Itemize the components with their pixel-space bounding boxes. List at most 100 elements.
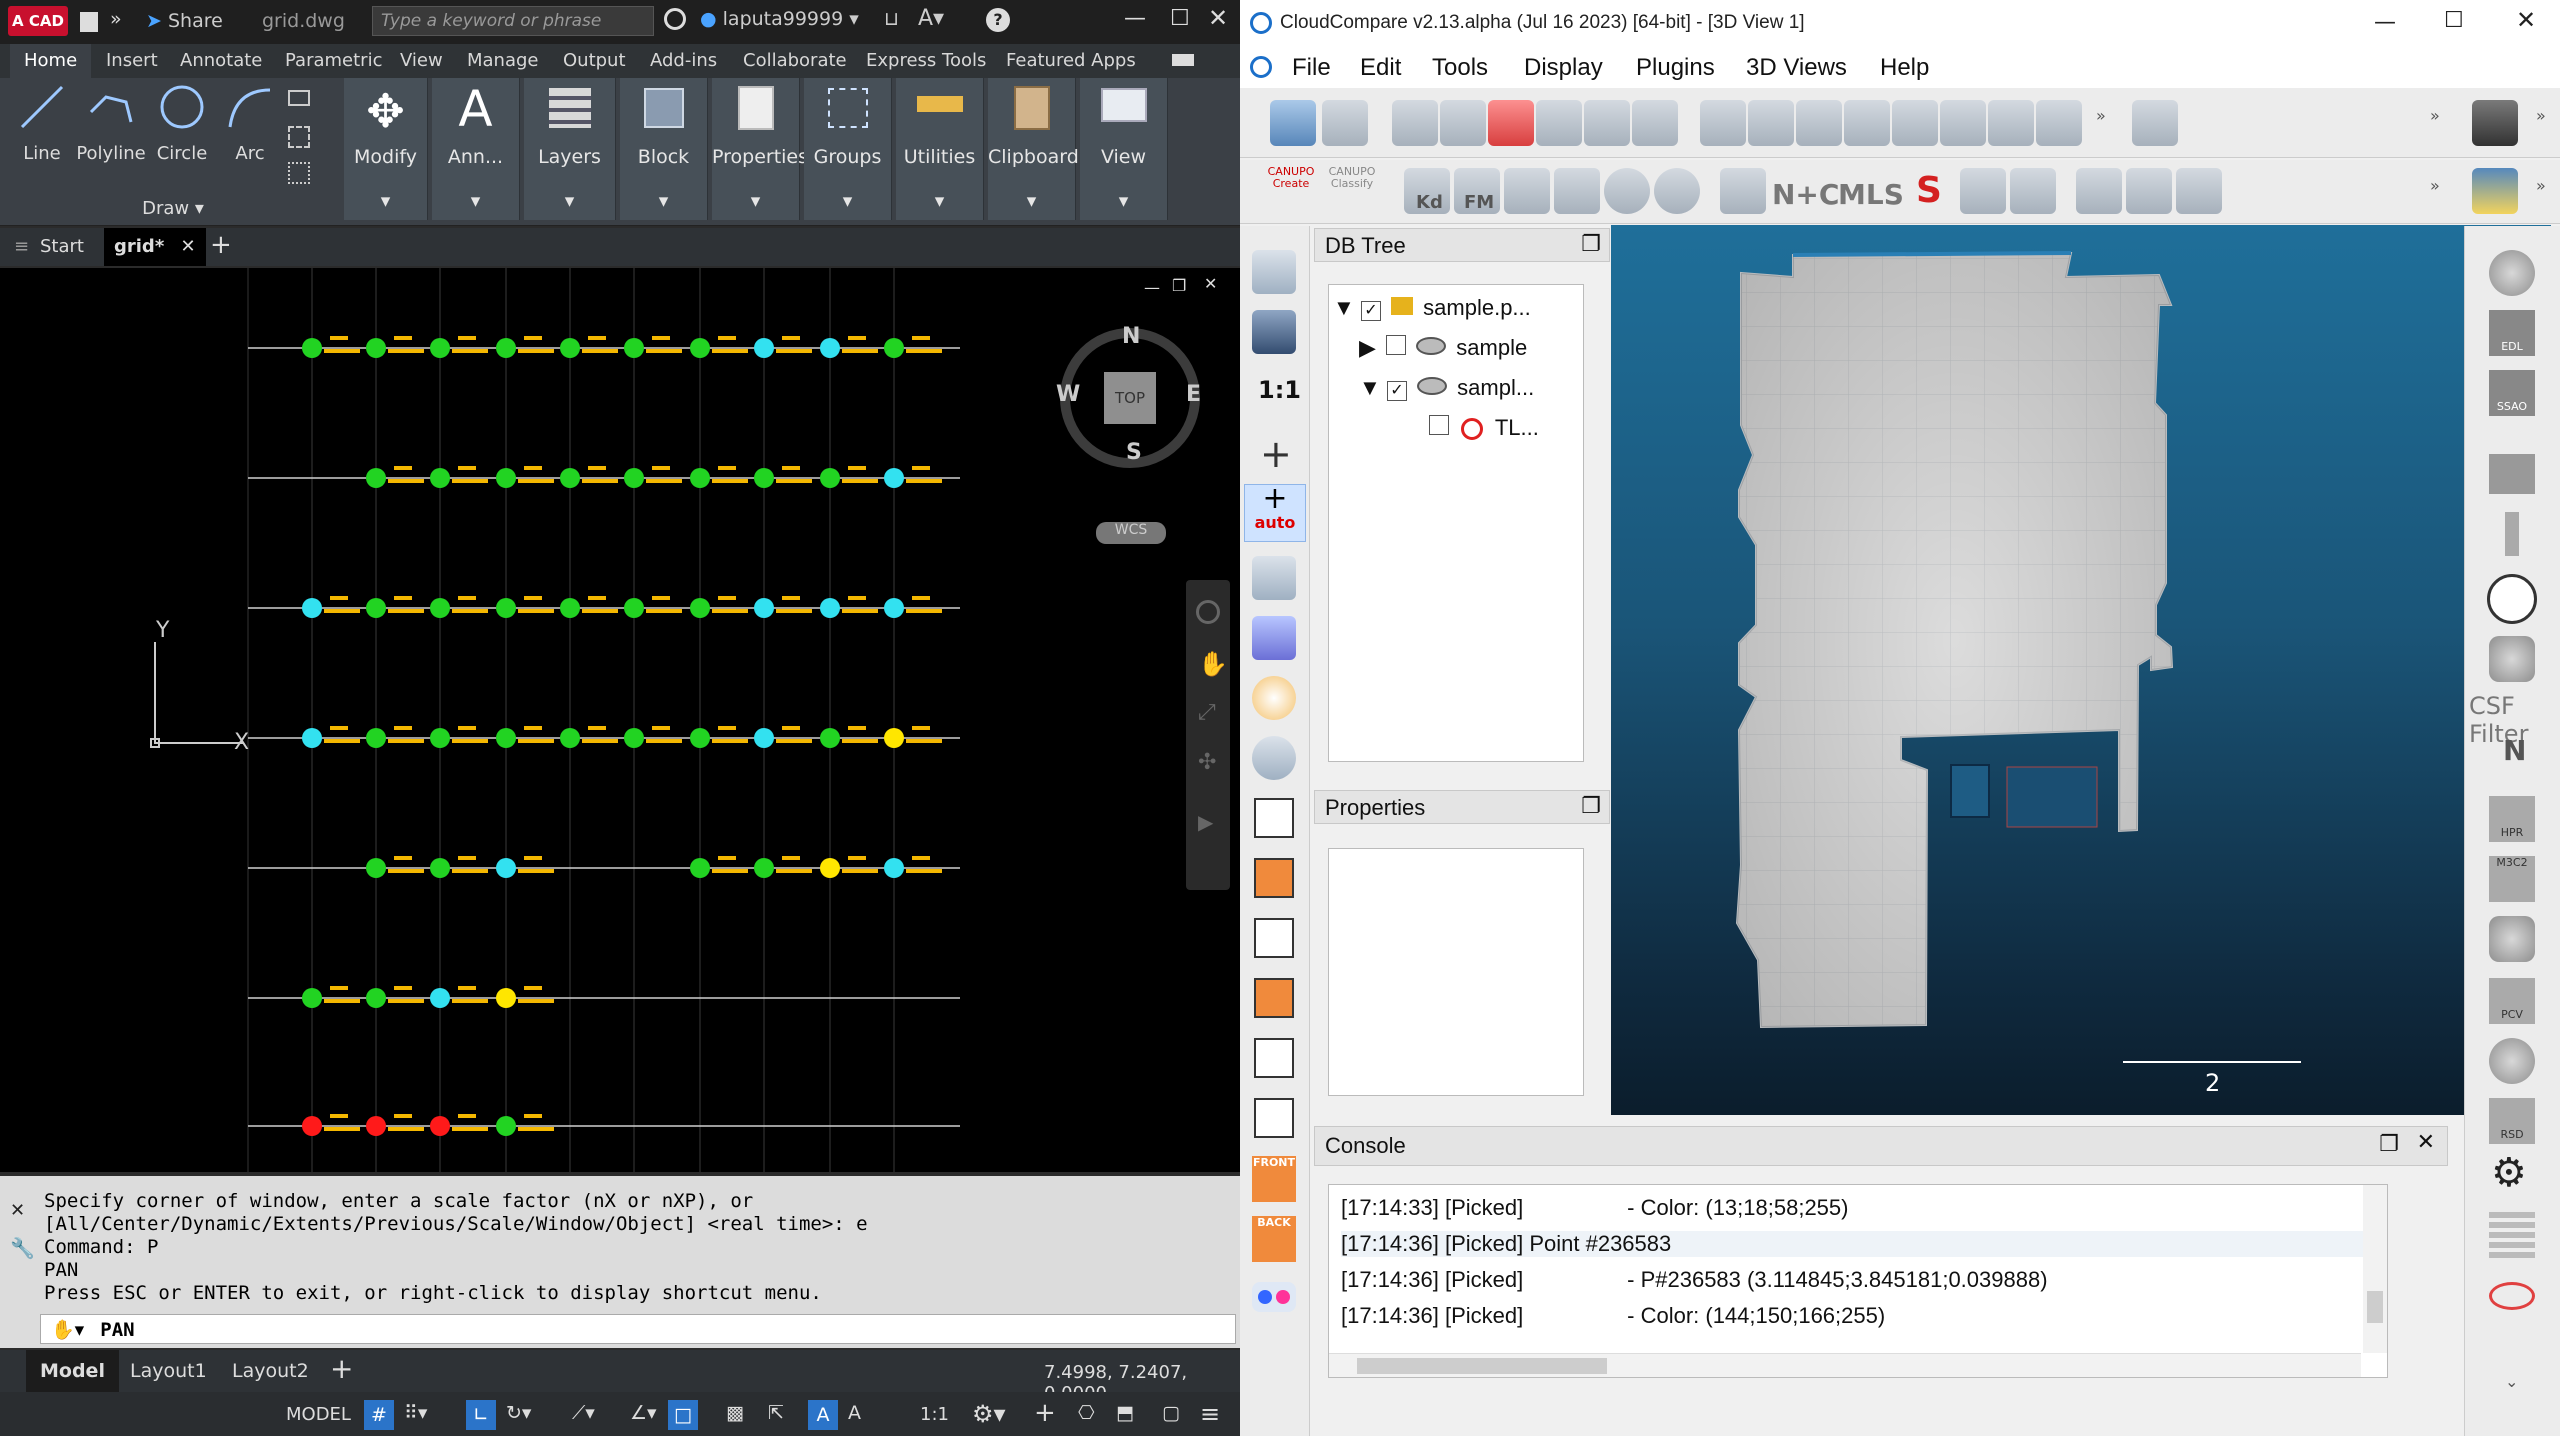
modify-button[interactable]: ✥ Modify ▾ [344,78,428,220]
utilities-dropdown-icon[interactable]: ▾ [896,190,983,212]
cc-close-button[interactable]: ✕ [2516,6,2536,34]
block-dropdown-icon[interactable]: ▾ [620,190,707,212]
annotation-autoscale-icon[interactable]: A [848,1402,861,1424]
hatch-icon[interactable] [288,126,310,148]
wcs-menu[interactable]: WCS [1096,522,1166,544]
cc-minimize-button[interactable]: — [2374,10,2396,35]
view-top-icon[interactable] [1254,798,1294,838]
segment-icon[interactable] [1700,100,1746,146]
menu-plugins[interactable]: Plugins [1636,54,1715,82]
view-panel-button[interactable]: View ▾ [1080,78,1168,220]
snap-mode-icon[interactable]: ⠿▾ [404,1402,427,1424]
polyline-tool[interactable]: Polyline [76,82,146,182]
autocad-app-button[interactable]: A CAD [8,6,68,36]
zoom-1-to-1-button[interactable]: 1:1 [1258,376,1301,404]
groups-button[interactable]: Groups ▾ [804,78,892,220]
tab-featured-apps[interactable]: Featured Apps [1006,50,1136,71]
cc-maximize-button[interactable]: ☐ [2444,8,2464,33]
console-hscrollbar[interactable] [1329,1353,2361,1377]
toolbar2-overflow-icon[interactable]: » [2430,176,2440,195]
cart-icon[interactable]: ⊔ [884,8,899,30]
ssao-button[interactable]: SSAO [2489,370,2535,416]
shield-icon-2[interactable] [2489,916,2535,962]
menu-help[interactable]: Help [1880,54,1929,82]
list-icon[interactable] [1440,100,1486,146]
canupo-create-button[interactable]: CANUPO Create [1266,166,1316,216]
hpr-button[interactable]: HPR [2489,796,2535,842]
autodesk-a360-icon[interactable]: A▾ [918,6,944,31]
command-settings-icon[interactable]: 🔧 [10,1236,35,1260]
add-icon[interactable]: + [1034,1398,1056,1428]
object-centered-icon[interactable] [1252,616,1296,660]
maximize-button[interactable]: ☐ [1170,6,1190,31]
hardware-acceleration-icon[interactable]: ⬒ [1116,1402,1134,1424]
magnifier-icon[interactable] [1252,736,1296,780]
brush-icon[interactable] [2505,512,2519,556]
facets-icon[interactable] [2076,168,2122,214]
customization-menu-icon[interactable]: ≡ [1200,1400,1220,1428]
steering-wheel-icon[interactable] [1196,600,1220,624]
menu-edit[interactable]: Edit [1360,54,1401,82]
orbit-icon[interactable]: ✣ [1198,750,1216,775]
ellipse-icon[interactable] [2489,1282,2535,1310]
merge-icon[interactable] [1536,100,1582,146]
pcv-button[interactable]: PCV [2489,978,2535,1024]
sf-icon[interactable] [2472,100,2518,146]
view-right-icon[interactable] [1254,1038,1294,1078]
tab-start[interactable]: Start [40,236,84,257]
mesh-icon[interactable] [1844,100,1890,146]
object-snap-icon[interactable]: □ [668,1400,698,1430]
dynamic-ucs-icon[interactable]: ∠▾ [630,1402,657,1424]
m3c2-button[interactable]: M3C2 [2489,856,2535,902]
viewport-minimize-icon[interactable]: — [1144,278,1160,297]
tree-item-root[interactable]: ▼ ✓ sample.p... [1333,295,1531,321]
open-file-icon[interactable] [1270,100,1316,146]
point-cloud-floorplan[interactable] [1611,225,2551,1115]
density-icon[interactable] [1796,100,1842,146]
transparency-icon[interactable]: ▩ [726,1402,744,1424]
command-line-input[interactable]: ✋▾ PAN [40,1314,1236,1344]
console-hscroll-thumb[interactable] [1357,1358,1607,1374]
block-button[interactable]: Block ▾ [620,78,708,220]
arc-tool[interactable]: Arc [218,82,282,182]
toolbar2-overflow-icon-2[interactable]: » [2536,176,2546,195]
sidebar-more-icon[interactable]: ⌄ [2505,1372,2518,1391]
puzzle-icon[interactable] [1720,168,1766,214]
register-icon[interactable] [1748,100,1794,146]
new-file-icon[interactable] [80,12,98,32]
tree-item-sample[interactable]: ▶ sample [1359,335,1527,361]
view-bottom-icon[interactable] [1254,1098,1294,1138]
close-tab-icon[interactable]: ✕ [181,236,196,257]
export-icon[interactable] [1504,168,1550,214]
ransac-icon[interactable]: S [1916,170,1942,211]
distance-icon[interactable] [1988,100,2034,146]
tree-checkbox-unchecked[interactable] [1386,335,1407,355]
facets-2-icon[interactable] [2126,168,2172,214]
viewport-close-icon[interactable]: ✕ [1204,274,1217,293]
display-icon[interactable] [1252,250,1296,294]
shape-detection-icon[interactable] [1960,168,2006,214]
tab-layout1[interactable]: Layout1 [130,1360,207,1382]
stop-icon[interactable] [2489,250,2535,296]
clean-screen-icon[interactable]: ▢ [1162,1402,1180,1424]
delete-icon[interactable] [1632,100,1678,146]
minimize-button[interactable]: — [1124,6,1146,31]
view-back-icon[interactable] [1254,978,1294,1018]
console-close-icon[interactable]: ✕ [2417,1129,2435,1155]
tab-grid[interactable]: grid* ✕ [104,228,206,266]
tree-item-sampl[interactable]: ▼ ✓ sampl... [1359,375,1534,401]
cloud-cloud-distance-icon[interactable] [2036,100,2082,146]
tab-annotate[interactable]: Annotate [180,50,262,71]
gear-icon[interactable]: ⚙ [2491,1150,2527,1196]
viewcube[interactable]: N S E W TOP [1056,324,1201,468]
osnap-tracking-icon[interactable]: ⟋▾ [572,1402,595,1424]
rsd-button[interactable]: RSD [2489,1098,2535,1144]
console-float-icon[interactable]: ❐ [2379,1131,2399,1157]
command-close-icon[interactable]: ✕ [10,1200,25,1221]
viewcube-top-face[interactable]: TOP [1104,372,1156,424]
tab-view[interactable]: View [400,50,443,71]
properties-dropdown-icon[interactable]: ▾ [712,190,799,212]
tab-model[interactable]: Model [26,1350,119,1392]
mls-label[interactable]: MLS [1838,178,1904,211]
close-button[interactable]: ✕ [1208,4,1228,32]
